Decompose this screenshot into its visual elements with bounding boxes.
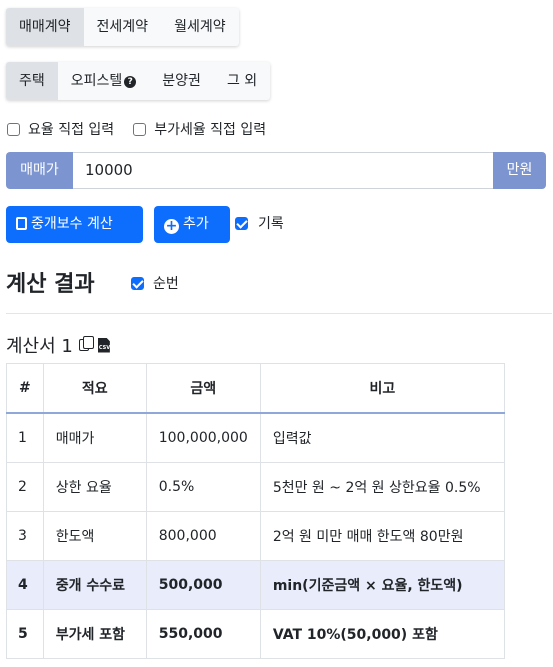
order-checkbox[interactable] — [131, 276, 144, 290]
col-number: # — [6, 363, 44, 414]
plus-circle-icon: + — [164, 218, 179, 234]
col-note: 비고 — [259, 363, 506, 414]
record-checkbox[interactable] — [235, 216, 248, 230]
row-note: 2억 원 미만 매매 한도액 80만원 — [259, 511, 506, 561]
order-option: 순번 — [131, 273, 179, 293]
contract-type-tabs: 매매계약 전세계약 월세계약 — [6, 8, 239, 46]
row-amount: 100,000,000 — [145, 412, 261, 463]
col-amount: 금액 — [145, 363, 261, 414]
question-circle-icon[interactable]: ? — [124, 76, 137, 88]
row-number: 3 — [6, 511, 44, 561]
row-number: 2 — [6, 462, 44, 512]
vat-direct-label: 부가세율 직접 입력 — [154, 122, 267, 138]
row-note: min(기준금액 × 요율, 한도액) — [259, 560, 506, 610]
tab-officetel[interactable]: 오피스텔? — [58, 62, 150, 100]
record-option: 기록 — [235, 213, 284, 233]
tab-sale[interactable]: 매매계약 — [6, 8, 84, 46]
options-row: 요율 직접 입력 부가세율 직접 입력 — [7, 119, 266, 139]
tab-presale-right[interactable]: 분양권 — [149, 62, 214, 100]
csv-file-icon[interactable]: CSV — [97, 337, 110, 353]
row-description: 중개 수수료 — [42, 560, 147, 610]
table-row: 1 매매가 100,000,000 입력값 — [6, 412, 506, 463]
row-amount: 550,000 — [145, 609, 261, 659]
record-label: 기록 — [258, 216, 284, 232]
row-note: 5천만 원 ~ 2억 원 상한요율 0.5% — [259, 462, 506, 512]
document-title: 계산서 1 — [6, 336, 73, 357]
add-button[interactable]: + 추가 — [154, 206, 230, 243]
vat-direct-checkbox[interactable] — [133, 122, 147, 136]
row-number: 1 — [6, 412, 44, 463]
calculator-icon — [16, 217, 27, 230]
table-row-total: 5 부가세 포함 550,000 VAT 10%(50,000) 포함 — [6, 609, 506, 659]
row-description: 상한 요율 — [42, 462, 147, 512]
table-row-fee: 4 중개 수수료 500,000 min(기준금액 × 요율, 한도액) — [6, 560, 506, 610]
table-header-row: # 적요 금액 비고 — [6, 363, 506, 414]
calculate-fee-label: 중개보수 계산 — [31, 216, 113, 232]
row-number: 5 — [6, 609, 44, 659]
document-header: 계산서 1 CSV — [6, 332, 110, 358]
order-label: 순번 — [153, 276, 179, 292]
table-row: 2 상한 요율 0.5% 5천만 원 ~ 2억 원 상한요율 0.5% — [6, 462, 506, 512]
fee-table: # 적요 금액 비고 1 매매가 100,000,000 입력값 2 상한 요율… — [6, 363, 506, 659]
row-amount: 800,000 — [145, 511, 261, 561]
divider — [6, 313, 552, 314]
row-description: 부가세 포함 — [42, 609, 147, 659]
tab-officetel-label: 오피스텔 — [70, 73, 123, 89]
rate-direct-label: 요율 직접 입력 — [28, 122, 115, 138]
tab-house[interactable]: 주택 — [6, 62, 58, 100]
row-note: 입력값 — [259, 412, 506, 463]
row-amount: 500,000 — [145, 560, 261, 610]
price-input[interactable]: 10000 — [73, 152, 493, 189]
tab-jeonse[interactable]: 전세계약 — [84, 8, 162, 46]
copy-icon[interactable] — [78, 336, 94, 351]
row-amount: 0.5% — [145, 462, 261, 512]
calculate-fee-button[interactable]: 중개보수 계산 — [6, 206, 143, 243]
row-description: 매매가 — [42, 412, 147, 463]
row-description: 한도액 — [42, 511, 147, 561]
tab-other[interactable]: 그 외 — [214, 62, 270, 100]
rate-direct-checkbox[interactable] — [7, 122, 20, 136]
price-unit: 만원 — [493, 152, 546, 189]
result-title: 계산 결과 — [6, 272, 95, 297]
row-number: 4 — [6, 560, 44, 610]
table-row: 3 한도액 800,000 2억 원 미만 매매 한도액 80만원 — [6, 511, 506, 561]
col-description: 적요 — [42, 363, 147, 414]
property-type-tabs: 주택 오피스텔? 분양권 그 외 — [6, 62, 271, 100]
price-input-group: 매매가 10000 만원 — [6, 152, 546, 189]
tab-monthly-rent[interactable]: 월세계약 — [161, 8, 239, 46]
price-label: 매매가 — [6, 152, 73, 189]
row-note: VAT 10%(50,000) 포함 — [259, 609, 506, 659]
add-label: 추가 — [183, 216, 209, 232]
